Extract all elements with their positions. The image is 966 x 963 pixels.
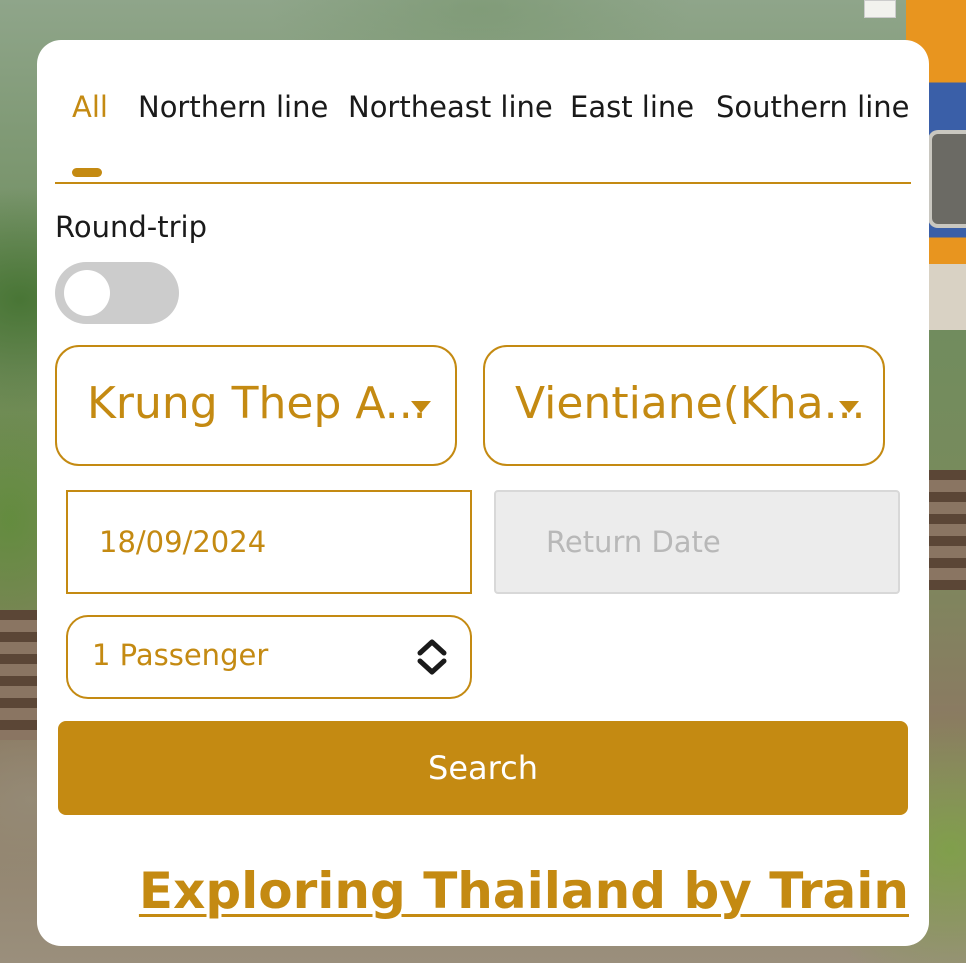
- toggle-knob: [64, 270, 110, 316]
- caret-down-icon: [411, 401, 431, 413]
- background-rail: [0, 610, 40, 740]
- background-sign: [864, 0, 896, 18]
- active-tab-indicator: [72, 168, 102, 177]
- departure-date-field[interactable]: 18/09/2024: [66, 490, 472, 594]
- tab-east-line[interactable]: East line: [570, 90, 694, 124]
- chevron-up-down-icon: [417, 639, 447, 675]
- destination-station-value: Vientiane(Kha...: [515, 378, 866, 429]
- return-date-field[interactable]: Return Date: [494, 490, 900, 594]
- tab-all[interactable]: All: [72, 90, 108, 124]
- round-trip-label: Round-trip: [55, 210, 207, 244]
- exploring-thailand-link[interactable]: Exploring Thailand by Train: [139, 862, 909, 920]
- background-train-window: [928, 130, 966, 228]
- round-trip-toggle[interactable]: [55, 262, 179, 324]
- background-rail: [926, 470, 966, 590]
- passenger-value: 1 Passenger: [92, 638, 269, 672]
- tab-southern-line[interactable]: Southern line: [716, 90, 909, 124]
- passenger-select[interactable]: 1 Passenger: [66, 615, 472, 699]
- destination-station-select[interactable]: Vientiane(Kha...: [483, 345, 885, 466]
- tab-northern-line[interactable]: Northern line: [138, 90, 328, 124]
- line-tabs: All Northern line Northeast line East li…: [55, 90, 911, 184]
- search-button[interactable]: Search: [58, 721, 908, 815]
- tab-northeast-line[interactable]: Northeast line: [348, 90, 553, 124]
- caret-down-icon: [839, 401, 859, 413]
- origin-station-value: Krung Thep A...: [87, 378, 427, 429]
- search-card: All Northern line Northeast line East li…: [37, 40, 929, 946]
- origin-station-select[interactable]: Krung Thep A...: [55, 345, 457, 466]
